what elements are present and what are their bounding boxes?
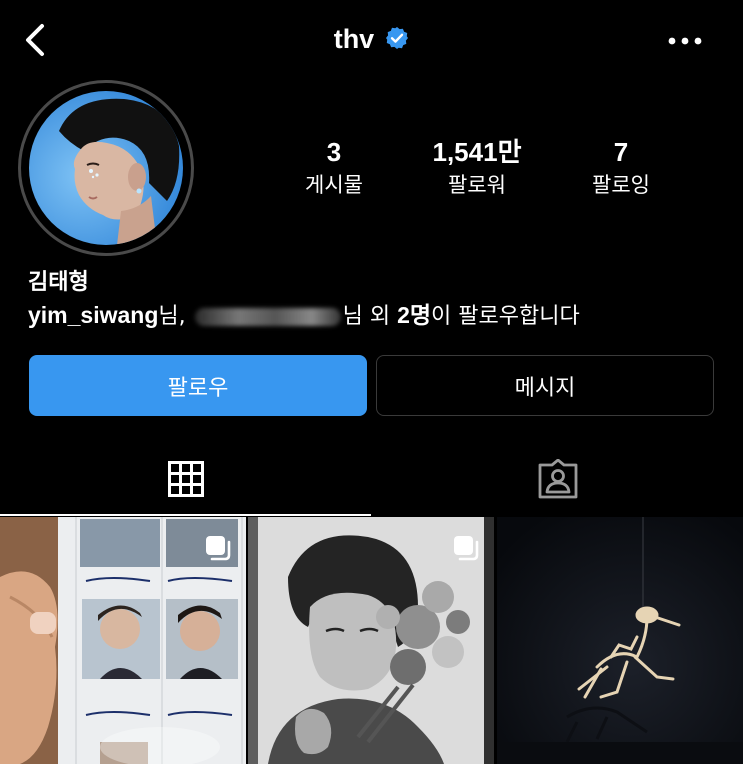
stat-posts-count: 3 <box>326 137 342 167</box>
tab-tagged[interactable] <box>372 440 743 517</box>
active-tab-indicator <box>0 514 371 516</box>
posts-grid <box>0 517 743 764</box>
followed-by-suffix-3: 이 팔로우합니다 <box>431 304 580 329</box>
avatar <box>29 91 183 245</box>
stat-posts-label: 게시물 <box>305 173 363 197</box>
stat-following[interactable]: 7 팔로잉 <box>551 137 691 201</box>
top-bar: thv <box>0 0 743 80</box>
post-thumbnail-2[interactable] <box>248 517 494 764</box>
follower-username: yim_siwang <box>28 302 159 328</box>
verified-badge-icon <box>386 27 409 49</box>
post-image-3 <box>497 517 743 764</box>
stat-following-label: 팔로잉 <box>592 173 650 197</box>
followed-by-suffix-2: 님 외 <box>342 304 398 329</box>
profile-title: thv <box>0 24 743 55</box>
stat-followers-count: 1,541만 <box>432 137 522 167</box>
stat-posts[interactable]: 3 게시물 <box>264 137 404 201</box>
multiple-posts-icon <box>454 536 479 561</box>
followed-by-text[interactable]: yim_siwang님, 님 외 2명이 팔로우합니다 <box>28 296 580 330</box>
grid-icon <box>167 460 204 497</box>
post-thumbnail-1[interactable] <box>0 517 246 764</box>
multiple-posts-icon <box>206 536 231 561</box>
tab-posts-grid[interactable] <box>0 440 371 517</box>
username: thv <box>333 24 375 54</box>
followed-by-suffix-1: 님, <box>158 304 186 329</box>
stat-followers[interactable]: 1,541만 팔로워 <box>407 137 547 201</box>
follow-button[interactable]: 팔로우 <box>29 355 367 416</box>
message-button[interactable]: 메시지 <box>376 355 714 416</box>
more-horizontal-icon[interactable] <box>667 34 703 48</box>
blurred-username <box>194 308 341 326</box>
stat-following-count: 7 <box>613 137 629 167</box>
tagged-person-icon <box>538 458 577 498</box>
followed-by-count: 2명 <box>397 302 432 328</box>
profile-name: 김태형 <box>28 270 89 295</box>
post-thumbnail-3[interactable] <box>497 517 743 764</box>
stat-followers-label: 팔로워 <box>448 173 506 197</box>
avatar-ring[interactable] <box>18 80 194 256</box>
